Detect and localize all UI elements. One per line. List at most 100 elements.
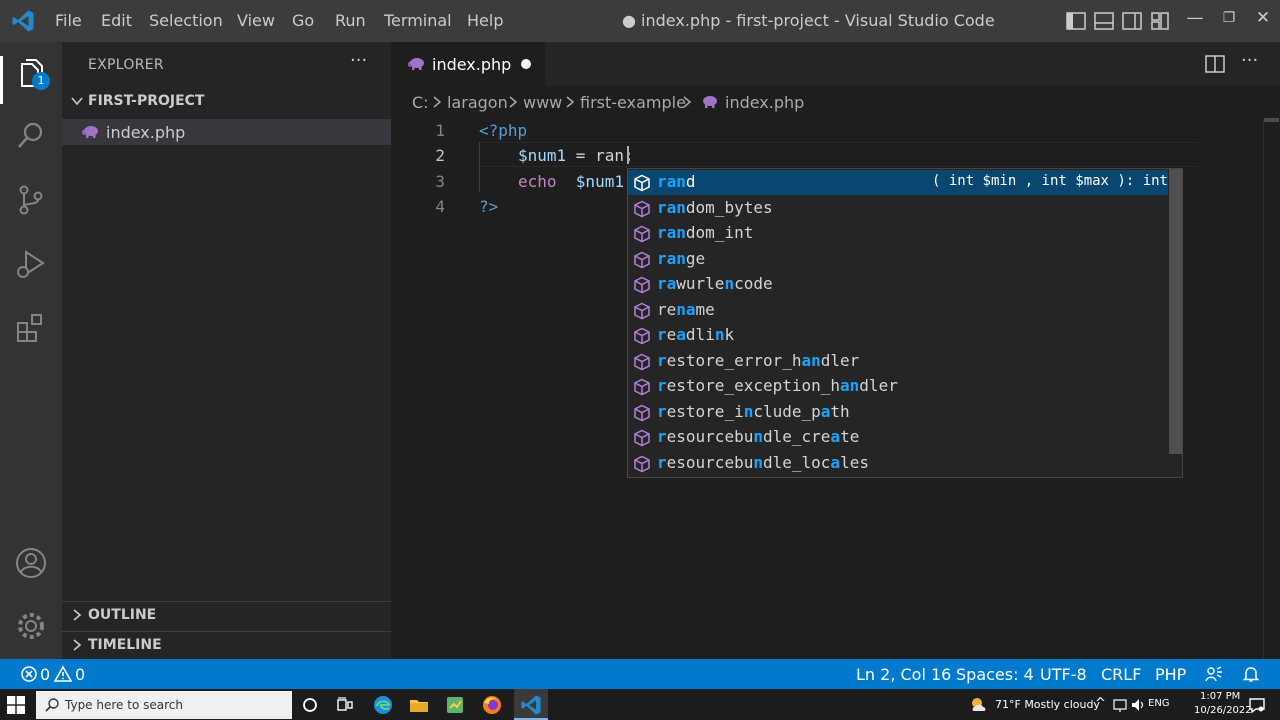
suggestion-item[interactable]: random_bytes <box>628 196 1168 221</box>
vscode-taskbar-button[interactable] <box>514 689 548 720</box>
label-segment: dli <box>685 325 715 344</box>
error-icon[interactable] <box>20 665 38 683</box>
suggestion-item[interactable]: restore_include_path <box>628 400 1168 425</box>
suggestion-item[interactable]: resourcebundle_create <box>628 425 1168 450</box>
suggestion-item[interactable]: readlink <box>628 323 1168 348</box>
warning-count[interactable]: 0 <box>75 665 85 684</box>
php-file-icon <box>408 58 424 70</box>
menu-selection[interactable]: Selection <box>149 11 223 30</box>
split-editor-icon[interactable] <box>1204 53 1226 75</box>
suggestion-item[interactable]: rename <box>628 298 1168 323</box>
active-indicator <box>0 56 3 104</box>
suggestion-item[interactable]: resourcebundle_locales <box>628 451 1168 476</box>
match-highlight: an <box>840 376 860 395</box>
clock-date[interactable]: 10/26/2022 <box>1194 705 1252 716</box>
suggestion-item[interactable]: restore_exception_handler <box>628 374 1168 399</box>
notification-center-icon[interactable] <box>1248 694 1266 716</box>
language-mode[interactable]: PHP <box>1155 665 1186 684</box>
minimize-icon[interactable]: — <box>1180 8 1210 28</box>
error-count[interactable]: 0 <box>40 665 50 684</box>
method-cube-icon <box>634 225 650 243</box>
chevron-right-icon <box>683 96 692 108</box>
menu-view[interactable]: View <box>237 11 275 30</box>
line-number: 1 <box>435 121 445 140</box>
suggestion-item[interactable]: random_int <box>628 221 1168 246</box>
window-title: ● index.php - first-project - Visual Stu… <box>622 11 995 30</box>
timeline-label: TIMELINE <box>88 637 162 653</box>
method-cube-icon <box>634 429 650 447</box>
file-explorer-icon[interactable] <box>408 694 430 716</box>
suggestions-scrollbar[interactable] <box>1169 169 1182 454</box>
restore-icon[interactable]: ❐ <box>1214 10 1244 26</box>
menu-help[interactable]: Help <box>467 11 503 30</box>
source-control-icon[interactable] <box>13 182 49 218</box>
menu-go[interactable]: Go <box>292 11 314 30</box>
extensions-icon[interactable] <box>13 310 49 346</box>
file-item-index-php[interactable]: index.php <box>62 119 391 145</box>
match-highlight: r <box>657 401 667 421</box>
customize-layout-icon[interactable] <box>1148 9 1172 33</box>
network-icon[interactable] <box>1112 694 1128 716</box>
toggle-secondary-sidebar-icon[interactable] <box>1120 9 1144 33</box>
taskbar-search-input[interactable]: Type here to search <box>36 691 292 719</box>
match-highlight: ran <box>657 223 686 242</box>
match-highlight: a <box>676 325 686 344</box>
project-folder-header[interactable]: FIRST-PROJECT <box>62 89 391 115</box>
settings-gear-icon[interactable] <box>13 608 49 644</box>
encoding[interactable]: UTF-8 <box>1040 665 1087 684</box>
suggestion-label: random_bytes <box>657 198 773 217</box>
suggestion-item[interactable]: rawurlencode <box>628 272 1168 297</box>
language-indicator[interactable]: ENG <box>1148 698 1170 709</box>
suggestion-item[interactable]: range <box>628 247 1168 272</box>
volume-icon[interactable] <box>1130 694 1146 716</box>
outline-header[interactable]: OUTLINE <box>62 603 391 629</box>
clock-time[interactable]: 1:07 PM <box>1200 691 1240 702</box>
close-icon[interactable]: ✕ <box>1248 8 1278 28</box>
breadcrumb-item[interactable]: index.php <box>725 93 804 112</box>
breadcrumb-item[interactable]: laragon <box>447 93 508 112</box>
edge-browser-icon[interactable] <box>372 694 394 716</box>
method-cube-icon <box>634 302 650 319</box>
task-view-icon[interactable] <box>334 694 356 716</box>
explorer-more-actions[interactable]: ··· <box>350 50 367 71</box>
chevron-right-icon <box>433 96 442 108</box>
breadcrumb-item[interactable]: first-example <box>580 93 686 112</box>
menu-edit[interactable]: Edit <box>101 11 132 30</box>
windows-start-icon[interactable] <box>7 696 25 714</box>
tab-index-php[interactable]: index.php <box>391 42 545 86</box>
breadcrumb-item[interactable]: www <box>523 93 562 112</box>
suggestion-item[interactable]: rand ( int $min , int $max ): int <box>628 170 1168 195</box>
sticky-app-icon[interactable] <box>444 694 466 716</box>
cortana-icon[interactable] <box>299 694 321 716</box>
breadcrumb-item[interactable]: C: <box>412 93 429 112</box>
timeline-header[interactable]: TIMELINE <box>62 633 391 659</box>
line-ending[interactable]: CRLF <box>1101 665 1141 684</box>
toggle-panel-icon[interactable] <box>1092 9 1116 33</box>
unsaved-dot-icon[interactable] <box>521 59 531 69</box>
notifications-bell-icon[interactable] <box>1242 665 1260 683</box>
scrollbar-thumb[interactable] <box>1264 118 1279 122</box>
menu-file[interactable]: File <box>55 11 82 30</box>
weather-text[interactable]: 71°F Mostly cloudy <box>995 698 1100 711</box>
vscode-logo-icon[interactable] <box>10 9 36 33</box>
menu-run[interactable]: Run <box>335 11 366 30</box>
account-icon[interactable] <box>13 545 49 581</box>
feedback-icon[interactable] <box>1205 665 1223 683</box>
editor-more-actions[interactable]: ··· <box>1241 50 1258 71</box>
label-segment: les <box>840 452 869 472</box>
indentation[interactable]: Spaces: 4 <box>956 665 1034 684</box>
editor-scrollbar[interactable] <box>1263 118 1279 659</box>
match-highlight: n <box>743 401 754 421</box>
menu-terminal[interactable]: Terminal <box>384 11 452 30</box>
label-segment: estore_i <box>666 401 744 421</box>
cursor-position[interactable]: Ln 2, Col 16 <box>856 665 951 684</box>
suggestion-item[interactable]: restore_error_handler <box>628 349 1168 374</box>
weather-icon[interactable] <box>968 694 990 716</box>
tray-chevron-icon[interactable]: ^ <box>1095 696 1106 711</box>
firefox-icon[interactable] <box>481 694 503 716</box>
warning-icon[interactable] <box>54 665 72 683</box>
search-icon[interactable] <box>13 118 49 154</box>
run-debug-icon[interactable] <box>13 246 49 282</box>
toggle-primary-sidebar-icon[interactable] <box>1064 9 1088 33</box>
code-token: $num1 <box>556 172 624 191</box>
